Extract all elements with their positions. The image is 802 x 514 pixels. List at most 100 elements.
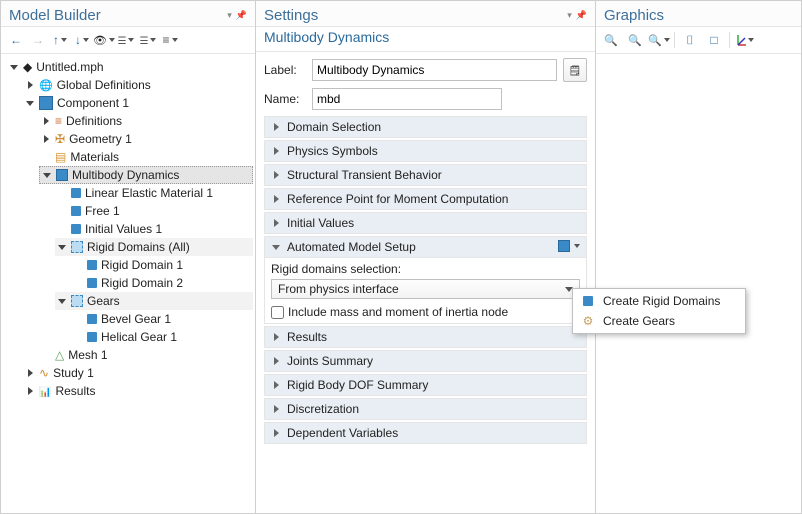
- chevron-right-icon: [271, 218, 281, 228]
- tree-materials[interactable]: Materials: [39, 148, 253, 166]
- tree-component-1[interactable]: Component 1: [23, 94, 253, 112]
- tree-root[interactable]: ◆ Untitled.mph: [7, 58, 253, 76]
- list-icon: [140, 34, 149, 47]
- expand-icon[interactable]: [57, 242, 67, 252]
- section-joints-summary[interactable]: Joints Summary: [264, 350, 587, 372]
- collapse-all-button[interactable]: [139, 31, 157, 49]
- section-title: Results: [287, 330, 327, 344]
- arrow-up-icon: [53, 34, 59, 46]
- section-domain-selection[interactable]: Domain Selection: [264, 116, 587, 138]
- nav-back-button[interactable]: [7, 31, 25, 49]
- create-rigid-domains-item[interactable]: Create Rigid Domains: [575, 291, 743, 311]
- tree-label: Initial Values 1: [85, 222, 162, 236]
- rigid-domains-selection-dropdown[interactable]: From physics interface: [271, 279, 580, 299]
- list-icon: [118, 34, 127, 47]
- expand-icon[interactable]: [57, 296, 67, 306]
- node-icon: [71, 206, 81, 216]
- materials-icon: [55, 151, 66, 163]
- mesh-icon: [55, 349, 64, 361]
- expand-icon[interactable]: [25, 98, 35, 108]
- include-mass-checkbox[interactable]: [271, 306, 284, 319]
- nav-up-button[interactable]: [51, 31, 69, 49]
- section-initial-values[interactable]: Initial Values: [264, 212, 587, 234]
- create-gears-item[interactable]: ⚙ Create Gears: [575, 311, 743, 331]
- zoom-extents-button[interactable]: [681, 31, 699, 49]
- graphics-toolbar: 🔍 🔍 🔍: [596, 27, 801, 54]
- tree-global-definitions[interactable]: Global Definitions: [23, 76, 253, 94]
- tree-label: Geometry 1: [69, 132, 132, 146]
- chevron-right-icon: [271, 146, 281, 156]
- graphics-title: Graphics: [604, 7, 664, 24]
- expand-icon[interactable]: [42, 170, 52, 180]
- chevron-right-icon: [271, 170, 281, 180]
- tree-multibody-dynamics[interactable]: Multibody Dynamics: [39, 166, 253, 184]
- action-menu-icon[interactable]: [558, 240, 570, 252]
- section-results[interactable]: Results: [264, 326, 587, 348]
- expand-icon[interactable]: [25, 80, 35, 90]
- tree-rigid-domain-2[interactable]: Rigid Domain 2: [71, 274, 253, 292]
- tree-definitions[interactable]: Definitions: [39, 112, 253, 130]
- model-tree[interactable]: ◆ Untitled.mph Global Definitions: [1, 54, 255, 513]
- tree-bevel-gear[interactable]: Bevel Gear 1: [71, 310, 253, 328]
- tree-label: Multibody Dynamics: [72, 168, 179, 182]
- nav-forward-button[interactable]: [29, 31, 47, 49]
- tree-results[interactable]: Results: [23, 382, 253, 400]
- chevron-down-icon: [271, 242, 281, 252]
- show-button[interactable]: [95, 31, 113, 49]
- tree-geometry[interactable]: Geometry 1: [39, 130, 253, 148]
- zoom-selected-button[interactable]: [705, 31, 723, 49]
- label-goto-button[interactable]: [563, 58, 587, 82]
- expand-icon[interactable]: [9, 62, 19, 72]
- definitions-icon: [55, 115, 62, 127]
- dropdown-value: From physics interface: [278, 282, 399, 296]
- tree-label: Definitions: [66, 114, 122, 128]
- tree-helical-gear[interactable]: Helical Gear 1: [71, 328, 253, 346]
- expand-icon[interactable]: [41, 134, 51, 144]
- collapse-icon: [162, 34, 169, 46]
- section-physics-symbols[interactable]: Physics Symbols: [264, 140, 587, 162]
- zoom-box-button[interactable]: 🔍: [650, 31, 668, 49]
- zoom-in-button[interactable]: 🔍: [602, 31, 620, 49]
- tree-study[interactable]: Study 1: [23, 364, 253, 382]
- minimize-icon[interactable]: ▾: [567, 10, 572, 21]
- axes-button[interactable]: [736, 31, 754, 49]
- chevron-right-icon: [271, 428, 281, 438]
- expand-icon[interactable]: [25, 368, 35, 378]
- zoom-out-button[interactable]: 🔍: [626, 31, 644, 49]
- box-icon: [710, 34, 717, 46]
- pin-icon[interactable]: 📌: [236, 10, 247, 21]
- minimize-icon[interactable]: ▾: [227, 10, 232, 21]
- tree-label: Component 1: [57, 96, 129, 110]
- label-input[interactable]: [312, 59, 557, 81]
- caret-icon: [83, 38, 89, 42]
- pin-icon[interactable]: 📌: [576, 10, 587, 21]
- tree-linear-elastic-material[interactable]: Linear Elastic Material 1: [55, 184, 253, 202]
- tree-label: Helical Gear 1: [101, 330, 177, 344]
- expand-icon[interactable]: [25, 386, 35, 396]
- node-icon: [87, 314, 97, 324]
- section-title: Physics Symbols: [287, 144, 378, 158]
- expand-all-button[interactable]: [117, 31, 135, 49]
- tree-initial-values[interactable]: Initial Values 1: [55, 220, 253, 238]
- tree-free[interactable]: Free 1: [55, 202, 253, 220]
- tree-rigid-domains-all[interactable]: Rigid Domains (All): [55, 238, 253, 256]
- section-discretization[interactable]: Discretization: [264, 398, 587, 420]
- section-rigid-body-dof[interactable]: Rigid Body DOF Summary: [264, 374, 587, 396]
- nav-down-button[interactable]: [73, 31, 91, 49]
- collapse-children-button[interactable]: [161, 31, 179, 49]
- settings-header: Settings ▾ 📌: [256, 1, 595, 27]
- automated-model-setup-body: Rigid domains selection: From physics in…: [265, 257, 586, 323]
- graphics-canvas[interactable]: [596, 54, 801, 513]
- zoom-in-icon: 🔍: [604, 34, 618, 47]
- section-automated-model-setup[interactable]: Automated Model Setup Rigid domains sele…: [264, 236, 587, 324]
- physics-icon: [56, 169, 68, 181]
- tree-gears[interactable]: Gears: [55, 292, 253, 310]
- expand-icon[interactable]: [41, 116, 51, 126]
- tree-rigid-domain-1[interactable]: Rigid Domain 1: [71, 256, 253, 274]
- section-structural-transient[interactable]: Structural Transient Behavior: [264, 164, 587, 186]
- name-input[interactable]: [312, 88, 502, 110]
- section-dependent-variables[interactable]: Dependent Variables: [264, 422, 587, 444]
- section-reference-point[interactable]: Reference Point for Moment Computation: [264, 188, 587, 210]
- chevron-right-icon: [271, 332, 281, 342]
- tree-mesh[interactable]: Mesh 1: [39, 346, 253, 364]
